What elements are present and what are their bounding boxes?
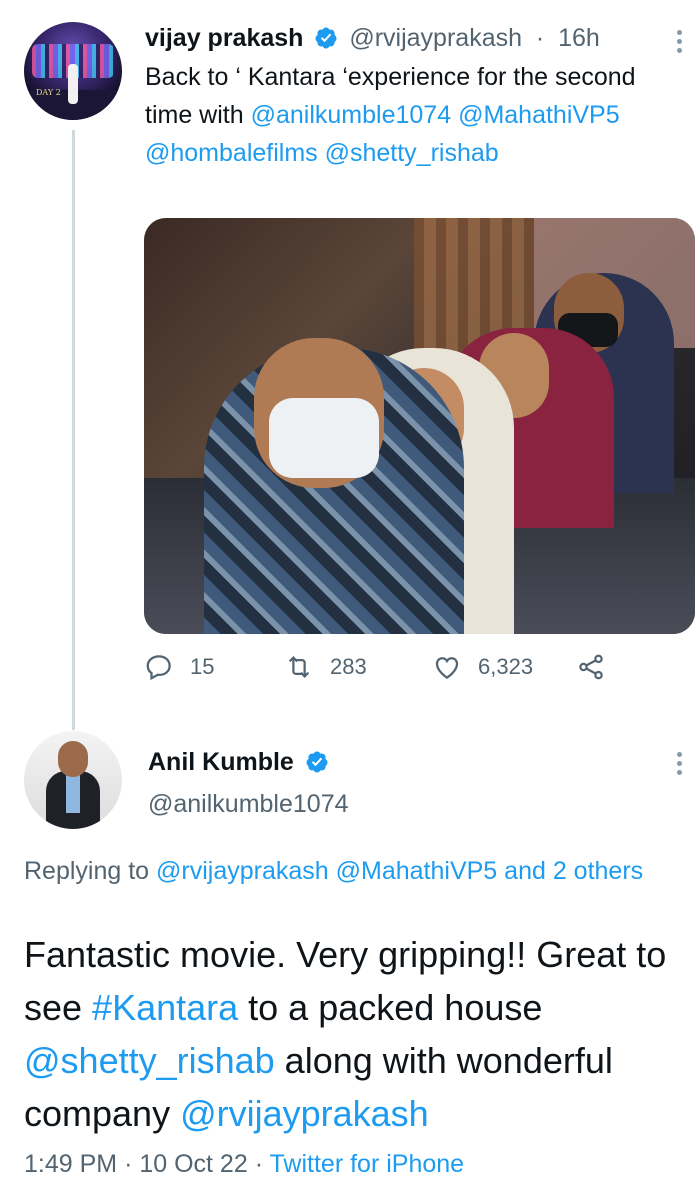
dot-separator: ·: [528, 24, 552, 52]
tweet-text: Back to ‘ Kantara ‘experience for the se…: [145, 58, 665, 172]
reply-author-header: Anil Kumble: [148, 746, 333, 778]
like-icon: [435, 657, 459, 679]
author-handle[interactable]: @rvijayprakash: [349, 24, 522, 52]
verified-badge-icon: [315, 27, 337, 49]
tweet-time[interactable]: 1:49 PM: [24, 1150, 117, 1178]
dot-separator: ·: [124, 1150, 140, 1178]
dot-separator: ·: [254, 1150, 270, 1178]
author-name[interactable]: vijay prakash: [145, 24, 303, 52]
retweet-button[interactable]: 283: [284, 652, 367, 682]
avatar-sign-text: DAY 2: [36, 88, 61, 97]
tweet-actions: 15 283 6,323: [144, 652, 644, 692]
mention-link[interactable]: @rvijayprakash: [180, 1093, 429, 1134]
more-options-icon[interactable]: [675, 30, 683, 54]
like-button[interactable]: 6,323: [432, 652, 533, 682]
retweet-count: 283: [330, 654, 367, 679]
hashtag-link[interactable]: #Kantara: [92, 987, 238, 1028]
more-options-icon[interactable]: [675, 752, 683, 776]
mention-link[interactable]: @shetty_rishab: [24, 1040, 275, 1081]
avatar-shirt: [66, 773, 80, 813]
tweet-header: vijay prakash @rvijayprakash · 16h: [145, 22, 635, 54]
reply-tweet-text: Fantastic movie. Very gripping!! Great t…: [24, 928, 684, 1140]
reply-author-name[interactable]: Anil Kumble: [148, 748, 294, 776]
share-icon: [579, 654, 603, 680]
replying-mention[interactable]: @MahathiVP5: [336, 857, 498, 885]
verified-badge-icon: [306, 751, 328, 773]
mention-link[interactable]: @hombalefilms: [145, 139, 318, 167]
reply-author-handle[interactable]: @anilkumble1074: [148, 788, 349, 820]
replying-mention[interactable]: @rvijayprakash: [156, 857, 329, 885]
replying-label: Replying to: [24, 857, 157, 885]
mention-link[interactable]: @anilkumble1074: [251, 101, 452, 129]
reply-count: 15: [190, 654, 215, 679]
replying-others-link[interactable]: and 2 others: [504, 857, 643, 885]
thread-connector-line: [72, 130, 75, 730]
performer-figure: [68, 64, 78, 104]
tweet-source-link[interactable]: Twitter for iPhone: [270, 1150, 465, 1178]
mention-link[interactable]: @shetty_rishab: [325, 139, 499, 167]
tweet-date[interactable]: 10 Oct 22: [139, 1150, 247, 1178]
tweet-photo[interactable]: [144, 218, 695, 634]
reply-icon: [146, 655, 171, 681]
tweet-metadata: 1:49 PM · 10 Oct 22 · Twitter for iPhone: [24, 1148, 464, 1180]
share-button[interactable]: [576, 652, 606, 682]
replying-to-line: Replying to @rvijayprakash @MahathiVP5 a…: [24, 852, 664, 890]
avatar-anil-kumble[interactable]: [24, 731, 122, 829]
tweet-time[interactable]: 16h: [558, 24, 600, 52]
avatar-head: [58, 741, 88, 777]
avatar-vijay-prakash[interactable]: DAY 2: [24, 22, 122, 120]
like-count: 6,323: [478, 654, 534, 679]
reply-text-part: to a packed house: [238, 987, 543, 1028]
mention-link[interactable]: @MahathiVP5: [458, 101, 620, 129]
retweet-icon: [288, 656, 310, 678]
reply-button[interactable]: 15: [144, 652, 214, 682]
photo-person: [204, 338, 464, 634]
